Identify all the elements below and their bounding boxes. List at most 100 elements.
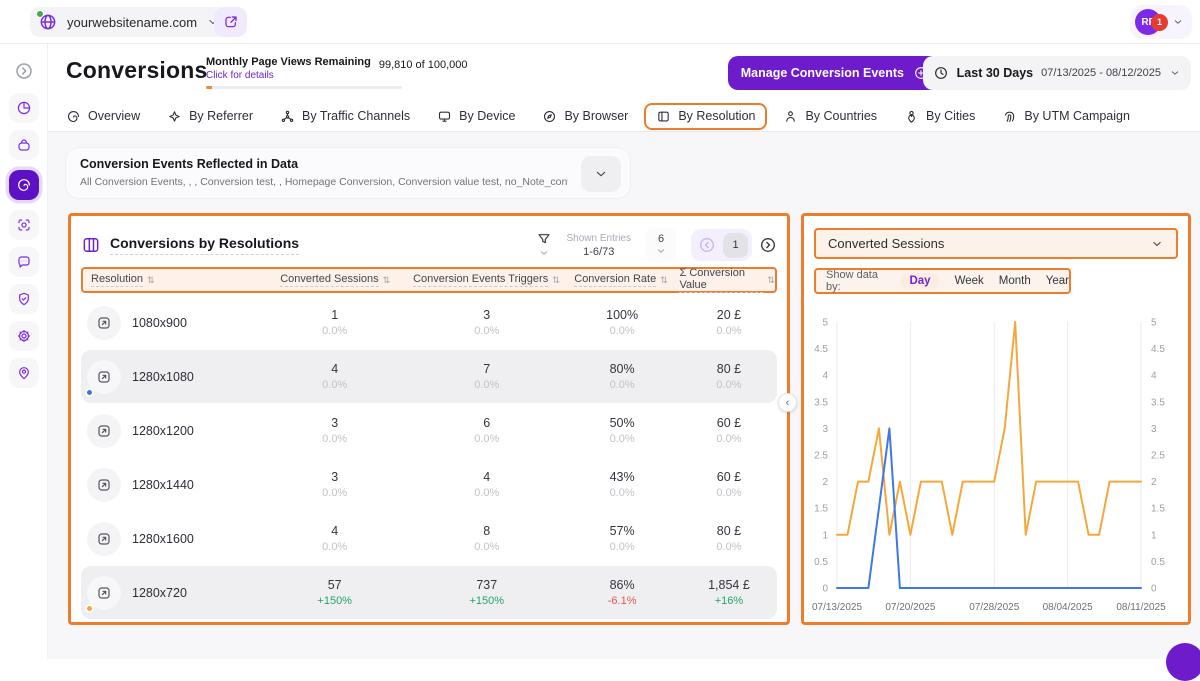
column-header-conversion-events-triggers[interactable]: Conversion Events Triggers⇅ <box>410 273 562 287</box>
cell-trend: +150% <box>469 595 504 607</box>
resolution-label: 1280x1080 <box>132 370 194 384</box>
table-row[interactable]: 1280x1200 3 0.0% 6 0.0% 50% 0.0% 60 £ 0.… <box>81 404 777 457</box>
svg-text:2.5: 2.5 <box>814 451 828 462</box>
resolution-cell: 1280x1200 <box>81 414 259 448</box>
conversion-events-filter[interactable]: Conversion Events Reflected in Data All … <box>65 147 631 199</box>
metric-dropdown[interactable]: Converted Sessions <box>814 228 1178 259</box>
table-row[interactable]: 1280x720 57 +150% 737 +150% 86% -6.1% 1,… <box>81 566 777 619</box>
metric-cell: 8 0.0% <box>410 524 563 553</box>
column-header-conversion-rate[interactable]: Conversion Rate⇅ <box>563 273 680 287</box>
fingerprint-icon <box>1002 109 1017 124</box>
account-menu[interactable]: RF 1 <box>1130 5 1192 39</box>
period-year[interactable]: Year <box>1046 275 1069 287</box>
metric-cell: 1,854 £ +16% <box>681 578 777 607</box>
cell-value: 20 £ <box>717 308 741 322</box>
website-selector[interactable]: yourwebsitename.com <box>30 7 232 37</box>
sidebar-item-tracking[interactable] <box>9 210 39 240</box>
svg-text:1: 1 <box>1151 530 1157 541</box>
conversions-spiral-icon <box>16 177 32 193</box>
gear-icon <box>16 328 32 344</box>
quota-block: Monthly Page Views Remaining Click for d… <box>206 56 468 89</box>
resolution-cell: 1280x1080 <box>81 360 259 394</box>
svg-text:5: 5 <box>1151 318 1157 329</box>
tab-by-utm-campaign[interactable]: By UTM Campaign <box>1002 109 1130 124</box>
svg-text:0.5: 0.5 <box>1151 557 1165 568</box>
svg-text:2: 2 <box>1151 477 1157 488</box>
tab-by-browser[interactable]: By Browser <box>542 109 628 124</box>
cell-value: 4 <box>331 362 338 376</box>
svg-text:07/28/2025: 07/28/2025 <box>969 602 1019 613</box>
referrer-diamond-icon <box>167 109 182 124</box>
panel-resize-handle[interactable]: ‹ <box>778 393 797 412</box>
table-row[interactable]: 1280x1440 3 0.0% 4 0.0% 43% 0.0% 60 £ 0.… <box>81 458 777 511</box>
expand-icon[interactable] <box>87 414 121 448</box>
date-range-picker[interactable]: Last 30 Days 07/13/2025 - 08/12/2025 <box>923 56 1191 90</box>
quota-details-link[interactable]: Click for details <box>206 70 371 81</box>
chat-fab[interactable] <box>1166 643 1200 681</box>
sidebar-item-feedback[interactable] <box>9 247 39 277</box>
tab-label: By Referrer <box>189 109 253 123</box>
chart-svg: 07/13/202507/20/202507/28/202508/04/2025… <box>806 310 1186 618</box>
resolution-label: 1280x1440 <box>132 478 194 492</box>
cell-value: 737 <box>476 578 497 592</box>
cell-trend: 0.0% <box>716 379 741 391</box>
tab-by-device[interactable]: By Device <box>437 109 515 124</box>
filter-button[interactable] <box>536 231 552 259</box>
cell-trend: 0.0% <box>322 487 347 499</box>
cell-trend: 0.0% <box>610 325 635 337</box>
expand-icon[interactable] <box>87 360 121 394</box>
cell-value: 80% <box>610 362 635 376</box>
svg-text:08/11/2025: 08/11/2025 <box>1116 602 1166 613</box>
cell-trend: 0.0% <box>610 433 635 445</box>
tab-by-countries[interactable]: By Countries <box>783 109 877 124</box>
table-row[interactable]: 1280x1080 4 0.0% 7 0.0% 80% 0.0% 80 £ 0.… <box>81 350 777 403</box>
resolution-label: 1080x900 <box>132 316 187 330</box>
period-week[interactable]: Week <box>955 275 984 287</box>
sidebar-item-privacy[interactable] <box>9 284 39 314</box>
manage-conversion-events-button[interactable]: Manage Conversion Events <box>728 56 942 90</box>
svg-text:2: 2 <box>822 477 828 488</box>
page-size-select[interactable]: 6 <box>646 228 676 262</box>
expand-icon[interactable] <box>87 306 121 340</box>
metric-label: Converted Sessions <box>828 236 944 251</box>
tab-by-referrer[interactable]: By Referrer <box>167 109 253 124</box>
open-website-button[interactable] <box>214 7 247 37</box>
table-row[interactable]: 1080x900 1 0.0% 3 0.0% 100% 0.0% 20 £ 0.… <box>81 296 777 349</box>
sidebar-item-locations[interactable] <box>9 358 39 388</box>
table-row[interactable]: 1280x1600 4 0.0% 8 0.0% 57% 0.0% 80 £ 0.… <box>81 512 777 565</box>
sort-icon: ⇅ <box>147 275 155 286</box>
column-header-converted-sessions[interactable]: Converted Sessions⇅ <box>260 273 410 287</box>
column-header-conversion-value[interactable]: Σ Conversion Value⇅ <box>679 267 774 293</box>
cell-value: 1 <box>331 308 338 322</box>
sidebar <box>0 44 48 659</box>
expand-icon[interactable] <box>87 522 121 556</box>
sidebar-item-settings[interactable] <box>9 321 39 351</box>
sidebar-item-analytics[interactable] <box>9 93 39 123</box>
tab-by-cities[interactable]: By Cities <box>904 109 975 124</box>
tab-overview[interactable]: Overview <box>66 109 140 124</box>
tab-by-traffic-channels[interactable]: By Traffic Channels <box>280 109 410 124</box>
cell-value: 4 <box>483 470 490 484</box>
svg-text:0: 0 <box>1151 584 1157 595</box>
metric-cell: 3 0.0% <box>259 470 410 499</box>
column-header-resolution[interactable]: Resolution⇅ <box>83 273 260 287</box>
chevron-down-icon <box>1150 237 1164 251</box>
collapse-sidebar-icon[interactable] <box>9 56 39 86</box>
expand-icon[interactable] <box>87 468 121 502</box>
tab-by-resolution[interactable]: By Resolution <box>644 103 767 130</box>
svg-text:3.5: 3.5 <box>1151 397 1165 408</box>
metric-cell: 50% 0.0% <box>563 416 681 445</box>
tab-label: By Traffic Channels <box>302 109 410 123</box>
next-page-button[interactable] <box>759 236 777 254</box>
metric-cell: 737 +150% <box>410 578 563 607</box>
sidebar-item-conversions[interactable] <box>9 170 39 200</box>
expand-icon[interactable] <box>87 576 121 610</box>
shown-entries: Shown Entries 1-6/73 <box>567 233 631 258</box>
period-month[interactable]: Month <box>999 275 1031 287</box>
previous-page-button[interactable] <box>698 236 716 254</box>
cell-trend: 0.0% <box>322 325 347 337</box>
events-filter-expand-button[interactable] <box>581 156 621 192</box>
sidebar-item-orders[interactable] <box>9 130 39 160</box>
period-day[interactable]: Day <box>900 273 939 289</box>
quota-progress-bar <box>206 86 402 89</box>
